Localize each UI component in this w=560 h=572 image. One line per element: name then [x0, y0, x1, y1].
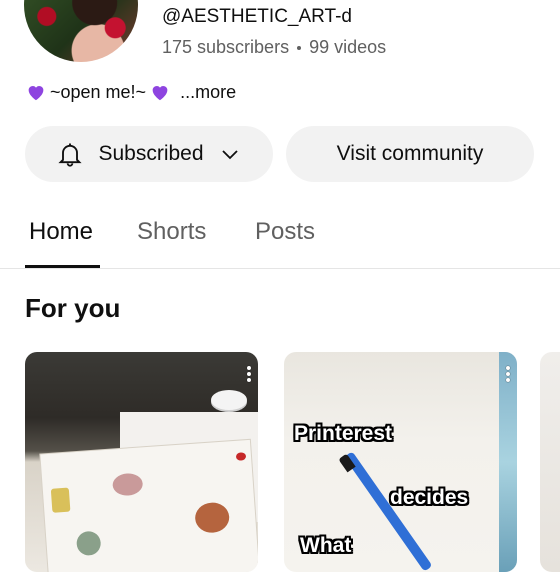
tab-shorts[interactable]: Shorts — [137, 218, 206, 246]
video-thumbnail[interactable] — [25, 352, 258, 572]
more-vert-icon[interactable] — [246, 364, 252, 386]
video-thumbnail[interactable]: Printerest decides What — [284, 352, 517, 572]
subscriber-count: 175 subscribers — [162, 37, 290, 57]
channel-handle: @AESTHETIC_ART-d — [162, 6, 352, 27]
thumbnail-caption: Printerest — [294, 422, 393, 445]
more-vert-icon[interactable] — [505, 364, 511, 386]
tab-posts[interactable]: Posts — [255, 218, 315, 246]
more-link[interactable]: ...more — [180, 82, 236, 103]
tab-home[interactable]: Home — [29, 218, 93, 246]
subscribed-button[interactable]: Subscribed — [25, 126, 273, 182]
channel-description[interactable]: ~open me!~ ...more — [25, 81, 236, 103]
chevron-down-icon — [221, 150, 238, 160]
thumbnail-cup — [211, 390, 247, 410]
visit-community-label: Visit community — [336, 142, 484, 165]
video-count: 99 videos — [309, 37, 387, 57]
purple-heart-icon — [28, 86, 44, 101]
thumbnail-pen — [344, 451, 433, 572]
video-thumbnail[interactable] — [540, 352, 560, 572]
active-tab-indicator — [25, 265, 100, 268]
channel-avatar[interactable] — [24, 0, 138, 62]
thumbnail-caption: decides — [390, 486, 469, 509]
separator-dot — [297, 45, 302, 50]
section-title: For you — [25, 293, 121, 323]
visit-community-button[interactable]: Visit community — [286, 126, 534, 182]
channel-stats: 175 subscribers 99 videos — [162, 37, 386, 58]
description-text: ~open me!~ — [50, 81, 147, 102]
channel-tabs: Home Shorts Posts — [0, 210, 560, 269]
purple-heart-icon — [152, 86, 168, 101]
bell-icon — [58, 143, 83, 167]
thumbnail-paper — [40, 439, 258, 572]
subscribed-label: Subscribed — [98, 142, 204, 165]
thumbnail-caption: What — [300, 534, 352, 557]
